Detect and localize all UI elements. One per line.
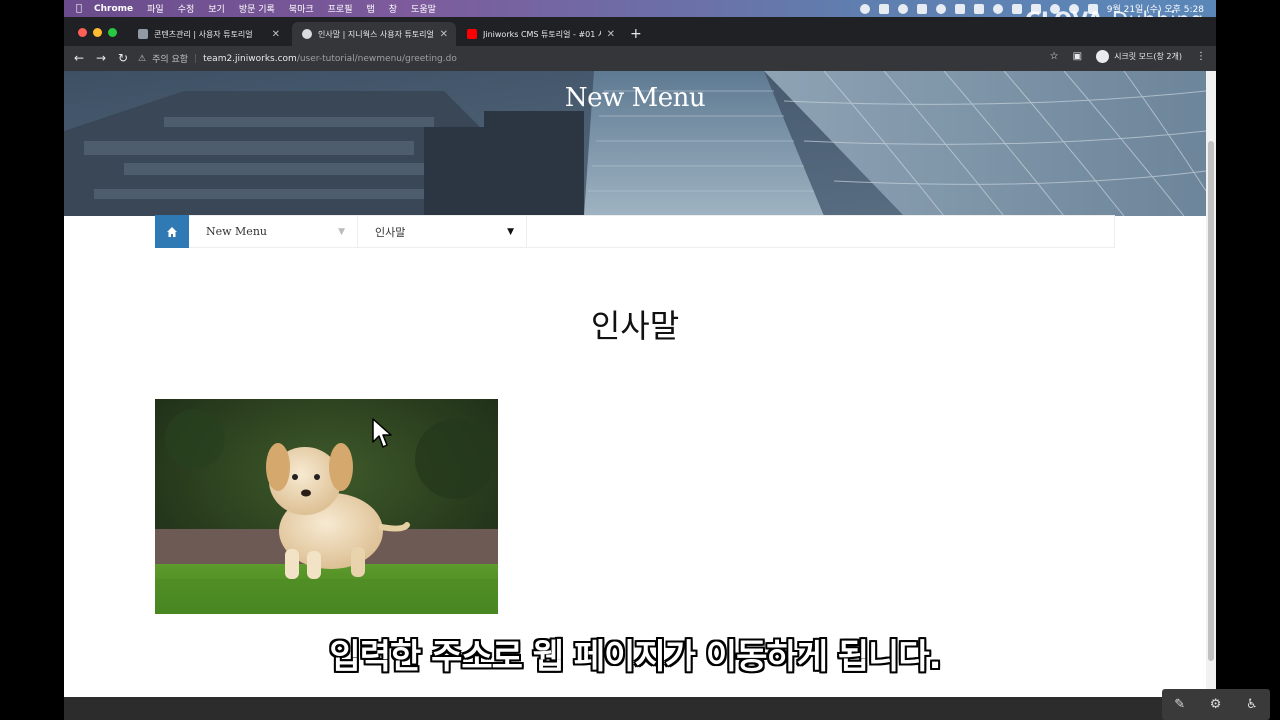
tab-content-management[interactable]: 콘텐츠관리 | 사용자 튜토리얼 ✕ <box>128 22 288 46</box>
menu-bookmarks[interactable]: 북마크 <box>289 2 314 15</box>
close-window-button[interactable] <box>78 28 87 37</box>
record-icon[interactable] <box>859 3 870 14</box>
sub-navigation: New Menu ▼ 인사말 ▼ <box>155 215 1115 248</box>
incognito-icon <box>1096 50 1110 63</box>
hero-banner: New Menu <box>64 71 1206 216</box>
menu-dropdown-label: New Menu <box>206 225 267 238</box>
incognito-profile-button[interactable]: 시크릿 모드(창 2개) <box>1096 50 1182 63</box>
menu-help[interactable]: 도움말 <box>411 2 436 15</box>
address-bar[interactable]: ⚠ 주의 요함 | team2.jiniworks.com/user-tutor… <box>138 49 1038 68</box>
caption-subtitle: 입력한 주소로 웹 페이지가 이동하게 됩니다. <box>329 637 941 677</box>
edit-icon[interactable]: ✎ <box>1174 697 1185 712</box>
forward-icon[interactable]: → <box>96 51 106 65</box>
menu-window[interactable]: 창 <box>389 2 397 15</box>
menu-edit[interactable]: 수정 <box>178 2 195 15</box>
puppy-photo <box>155 399 498 614</box>
video-bottom-bar <box>64 697 1216 720</box>
browser-toolbar: ← → ↻ ⚠ 주의 요함 | team2.jiniworks.com/user… <box>64 46 1216 71</box>
submenu-dropdown-label: 인사말 <box>375 225 406 239</box>
chrome-menu-icon[interactable]: ⋮ <box>1196 51 1206 62</box>
menu-history[interactable]: 방문 기록 <box>239 2 275 15</box>
url-path[interactable]: /user-tutorial/newmenu/greeting.do <box>297 54 457 64</box>
accessibility-icon[interactable]: ♿ <box>1246 697 1258 712</box>
gear-icon[interactable]: ⚙ <box>1210 697 1222 712</box>
menu-app-name[interactable]: Chrome <box>94 4 133 14</box>
submenu-dropdown[interactable]: 인사말 ▼ <box>358 216 527 247</box>
hero-title: New Menu <box>564 83 706 113</box>
minimize-window-button[interactable] <box>93 28 102 37</box>
tab-greeting[interactable]: 인사말 | 지니웍스 사용자 튜토리얼 ✕ <box>292 22 456 46</box>
tab-close-icon[interactable]: ✕ <box>272 29 280 40</box>
menu-file[interactable]: 파일 <box>147 2 164 15</box>
menu-tab[interactable]: 탭 <box>366 2 374 15</box>
back-icon[interactable]: ← <box>74 51 84 65</box>
chevron-down-icon: ▼ <box>507 227 514 237</box>
play-icon[interactable] <box>992 3 1003 14</box>
apple-icon[interactable]:  <box>64 3 94 14</box>
keyboard-icon[interactable] <box>973 3 984 14</box>
side-panel-icon[interactable]: ▣ <box>1073 51 1082 62</box>
screen:  Chrome 파일 수정 보기 방문 기록 북마크 프로필 탭 창 도움말 … <box>0 0 1280 720</box>
toolbar-actions: ☆ ▣ 시크릿 모드(창 2개) ⋮ <box>1050 50 1206 63</box>
page-title: 인사말 <box>590 307 680 345</box>
menu-dropdown[interactable]: New Menu ▼ <box>189 216 358 247</box>
home-button[interactable] <box>155 215 189 248</box>
window-controls <box>78 28 117 37</box>
warning-icon[interactable]: ⚠ <box>138 54 146 64</box>
tab-strip: 콘텐츠관리 | 사용자 튜토리얼 ✕ 인사말 | 지니웍스 사용자 튜토리얼 ✕… <box>64 17 1216 46</box>
tab-close-icon[interactable]: ✕ <box>440 29 448 40</box>
divider: | <box>194 53 198 64</box>
mouse-cursor-icon <box>372 418 392 448</box>
app-status-icon[interactable] <box>878 3 889 14</box>
telegram-icon[interactable] <box>897 3 908 14</box>
menu-profiles[interactable]: 프로필 <box>328 2 353 15</box>
tab-title: 콘텐츠관리 | 사용자 튜토리얼 <box>154 29 253 39</box>
sync-icon[interactable] <box>935 3 946 14</box>
incognito-label: 시크릿 모드(창 2개) <box>1114 52 1182 61</box>
tools-icon[interactable] <box>954 3 965 14</box>
tab-close-icon[interactable]: ✕ <box>607 29 615 40</box>
chevron-down-icon: ▼ <box>338 227 345 237</box>
youtube-icon <box>467 29 477 39</box>
tab-title: Jiniworks CMS 튜토리얼 - #01 사 <box>483 29 601 39</box>
url-host[interactable]: team2.jiniworks.com <box>203 54 297 64</box>
tab-title: 인사말 | 지니웍스 사용자 튜토리얼 <box>318 29 434 39</box>
zoom-window-button[interactable] <box>108 28 117 37</box>
bookmark-star-icon[interactable]: ☆ <box>1050 51 1059 62</box>
page-viewport: New Menu New Menu ▼ 인사말 ▼ 인사말 입력한 주소로 웹 … <box>64 71 1216 697</box>
menu-view[interactable]: 보기 <box>208 2 225 15</box>
scrollbar-thumb[interactable] <box>1208 141 1214 661</box>
security-label[interactable]: 주의 요함 <box>152 52 188 65</box>
tab-youtube[interactable]: Jiniworks CMS 튜토리얼 - #01 사 ✕ <box>457 22 623 46</box>
page-scrollbar[interactable] <box>1206 71 1216 697</box>
new-tab-button[interactable]: + <box>630 26 642 42</box>
globe-icon <box>302 29 312 39</box>
text-input-icon[interactable] <box>1011 3 1022 14</box>
home-icon <box>167 226 177 237</box>
reload-icon[interactable]: ↻ <box>118 51 128 65</box>
accessibility-toolbar: ✎ ⚙ ♿ <box>1162 689 1270 720</box>
drive-icon[interactable] <box>916 3 927 14</box>
tab-favicon-icon <box>138 29 148 39</box>
